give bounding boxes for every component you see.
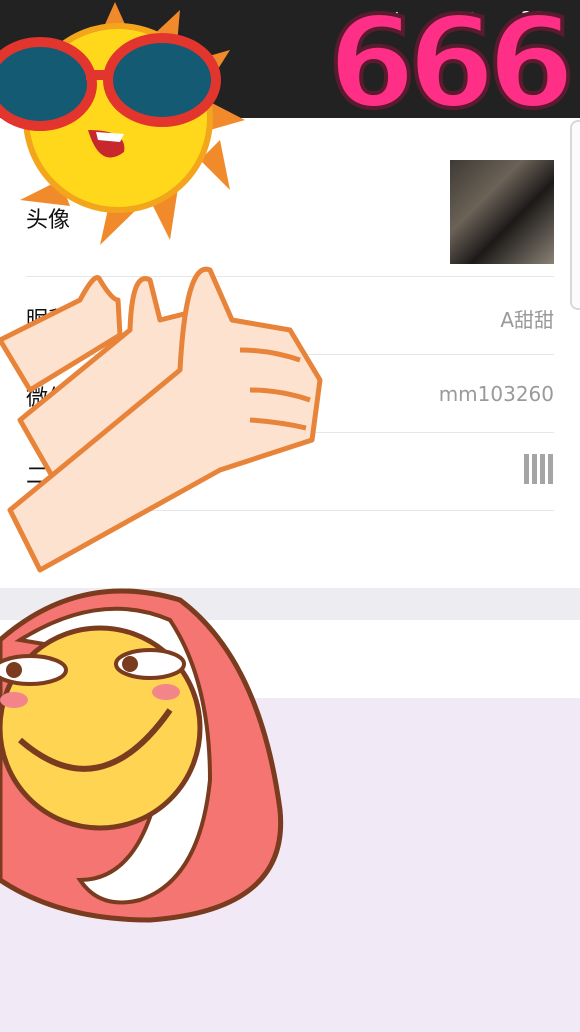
numbers-sticker-text: 666 bbox=[326, 0, 577, 136]
qr-code-icon bbox=[524, 454, 554, 484]
nickname-value: A甜甜 bbox=[500, 308, 554, 332]
thumbs-up-sticker bbox=[0, 266, 323, 573]
numbers-sticker: 666 bbox=[326, 0, 577, 128]
avatar-thumbnail[interactable] bbox=[450, 160, 554, 264]
sun-sticker bbox=[0, 2, 245, 245]
side-handle[interactable] bbox=[570, 120, 580, 310]
smirk-face-sticker bbox=[0, 588, 284, 923]
wechat-id-value: mm103260 bbox=[438, 382, 554, 406]
